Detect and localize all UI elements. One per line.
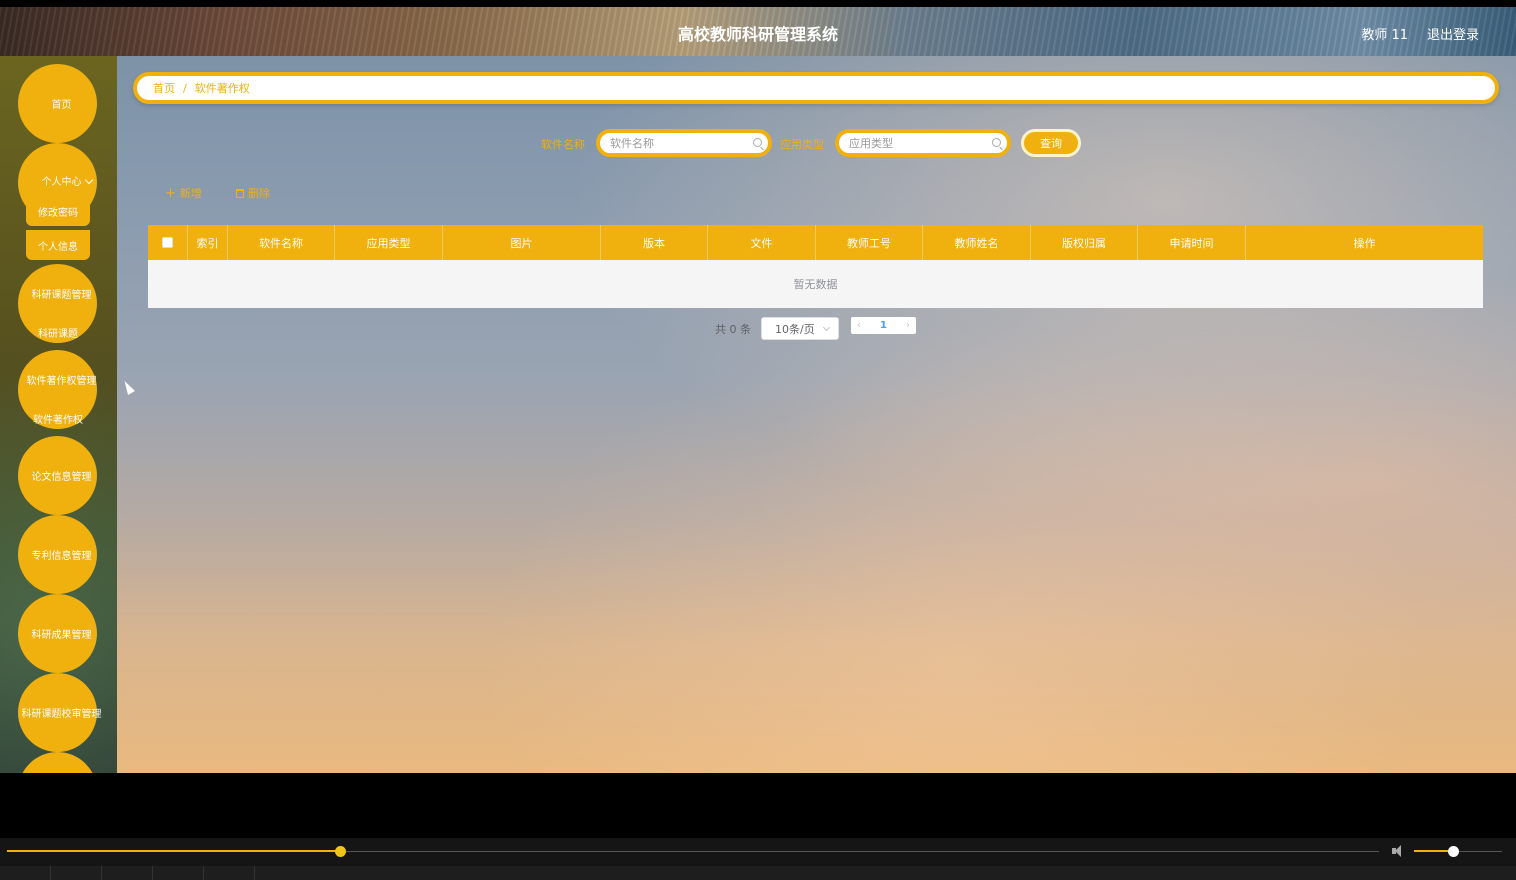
select-all-cell xyxy=(148,225,188,260)
sidebar-item-label: 首页 xyxy=(51,100,72,111)
current-page[interactable]: 1 xyxy=(880,320,887,331)
application-type-input[interactable]: 应用类型 xyxy=(835,129,1011,157)
column-header: 应用类型 xyxy=(335,225,443,260)
sidebar-item-label: 专利信息管理 xyxy=(31,551,92,562)
column-header: 申请时间 xyxy=(1138,225,1246,260)
column-header: 教师工号 xyxy=(816,225,923,260)
sidebar: 首页 个人中心 修改密码 个人信息 科研课题管理 科研课题 软件著作权管理 软件… xyxy=(0,56,117,773)
logout-link[interactable]: 退出登录 xyxy=(1427,24,1479,43)
current-user: 教师 11 xyxy=(1361,28,1408,43)
volume-slider[interactable] xyxy=(1414,846,1502,857)
submenu-software-copyright[interactable]: 软件著作权 xyxy=(26,403,90,433)
sidebar-item-label: 科研课题校审管理 xyxy=(21,709,102,720)
search-bar: 软件名称 软件名称 应用类型 应用类型 查询 xyxy=(117,129,1516,157)
column-header: 图片 xyxy=(443,225,601,260)
submenu-research-topic[interactable]: 科研课题 xyxy=(26,317,90,347)
page-size-select[interactable]: 10条/页 xyxy=(761,317,839,340)
video-player-bar xyxy=(0,838,1516,866)
column-header: 版权归属 xyxy=(1031,225,1138,260)
sidebar-item-label: 软件著作权管理 xyxy=(26,376,97,387)
column-header: 软件名称 xyxy=(228,225,335,260)
search-icon xyxy=(992,138,1001,147)
main-content: 首页 / 软件著作权 软件名称 软件名称 应用类型 应用类型 查询 + 新增 删… xyxy=(117,56,1516,773)
application-type-label: 应用类型 xyxy=(780,138,824,151)
top-header: 高校教师科研管理系统 教师 11 退出登录 xyxy=(0,7,1516,56)
select-all-checkbox[interactable] xyxy=(162,237,173,248)
column-header: 版本 xyxy=(601,225,708,260)
seek-handle[interactable] xyxy=(335,846,347,857)
sidebar-item-patent-management[interactable]: 专利信息管理 xyxy=(18,515,97,594)
seek-bar[interactable] xyxy=(7,846,1379,857)
submenu-change-password[interactable]: 修改密码 xyxy=(26,196,90,226)
taskbar-slot[interactable] xyxy=(102,866,153,880)
system-title: 高校教师科研管理系统 xyxy=(677,25,838,44)
sidebar-item-label: 科研课题管理 xyxy=(31,290,92,301)
sidebar-item-topic-review-management[interactable]: 科研课题校审管理 xyxy=(18,673,102,752)
sidebar-item-more[interactable] xyxy=(18,752,97,773)
data-table: 索引 软件名称 应用类型 图片 版本 文件 教师工号 教师姓名 版权归属 申请时… xyxy=(148,225,1483,308)
search-icon xyxy=(753,138,762,147)
volume-level xyxy=(1414,850,1453,852)
next-page-icon[interactable]: › xyxy=(906,320,910,331)
breadcrumb: 首页 / 软件著作权 xyxy=(133,72,1499,104)
page-size-value: 10条/页 xyxy=(775,322,815,336)
add-button-label: 新增 xyxy=(179,187,202,200)
taskbar-slot[interactable] xyxy=(0,866,51,880)
sidebar-item-home[interactable]: 首页 xyxy=(18,64,97,143)
submenu-personal-info[interactable]: 个人信息 xyxy=(26,230,90,260)
taskbar-slot[interactable] xyxy=(51,866,102,880)
prev-page-icon[interactable]: ‹ xyxy=(857,320,861,331)
column-header: 索引 xyxy=(188,225,228,260)
sidebar-item-research-achievement-management[interactable]: 科研成果管理 xyxy=(18,594,97,673)
software-name-input[interactable]: 软件名称 xyxy=(596,129,772,157)
query-button[interactable]: 查询 xyxy=(1021,129,1081,157)
column-header: 文件 xyxy=(708,225,816,260)
pager: ‹ 1 › xyxy=(851,317,916,334)
software-name-placeholder: 软件名称 xyxy=(610,137,654,150)
delete-button-label: 删除 xyxy=(248,187,270,200)
total-count: 共 0 条 xyxy=(715,323,751,336)
application-type-placeholder: 应用类型 xyxy=(849,137,893,150)
sidebar-item-label: 个人中心 xyxy=(41,177,82,188)
taskbar-slot[interactable] xyxy=(204,866,255,880)
plus-icon: + xyxy=(165,185,176,201)
table-header: 索引 软件名称 应用类型 图片 版本 文件 教师工号 教师姓名 版权归属 申请时… xyxy=(148,225,1483,260)
add-button[interactable]: + 新增 xyxy=(165,185,202,201)
breadcrumb-home[interactable]: 首页 xyxy=(153,80,175,96)
trash-icon xyxy=(236,188,244,198)
taskbar-slot[interactable] xyxy=(153,866,204,880)
software-name-label: 软件名称 xyxy=(541,138,585,151)
volume-icon[interactable] xyxy=(1392,845,1406,857)
table-empty-text: 暂无数据 xyxy=(148,260,1483,308)
sidebar-item-label: 科研成果管理 xyxy=(31,630,92,641)
sidebar-item-paper-management[interactable]: 论文信息管理 xyxy=(18,436,97,515)
breadcrumb-separator: / xyxy=(183,81,187,95)
delete-button[interactable]: 删除 xyxy=(236,185,270,201)
app-root: 高校教师科研管理系统 教师 11 退出登录 首页 个人中心 修改密码 个人信息 … xyxy=(0,0,1516,880)
column-header: 教师姓名 xyxy=(923,225,1031,260)
chevron-down-icon xyxy=(822,323,831,332)
volume-handle[interactable] xyxy=(1447,846,1459,857)
chevron-down-icon xyxy=(84,175,94,185)
breadcrumb-current: 软件著作权 xyxy=(194,82,250,95)
column-header: 操作 xyxy=(1353,236,1376,250)
seek-progress xyxy=(7,850,341,852)
sidebar-item-label: 论文信息管理 xyxy=(31,472,92,483)
taskbar xyxy=(0,866,1516,880)
